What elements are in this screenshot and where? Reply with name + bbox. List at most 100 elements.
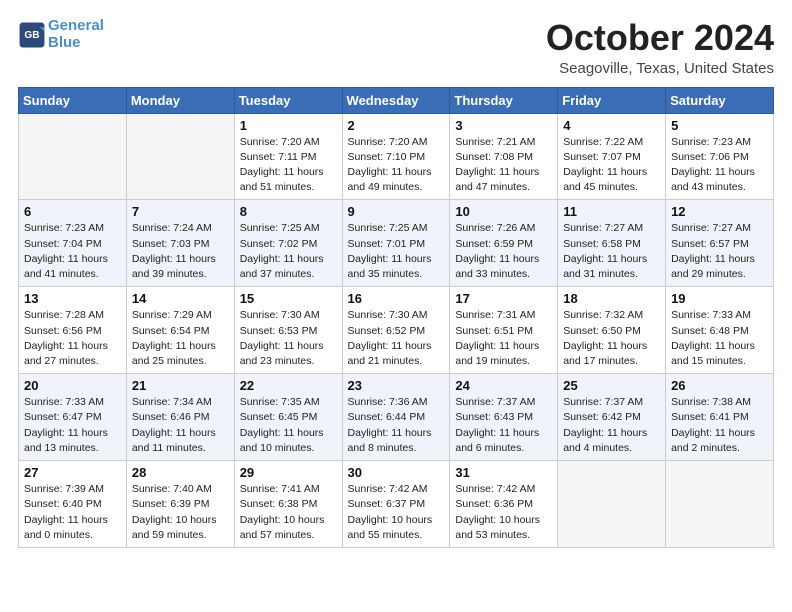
- day-number: 9: [348, 204, 445, 219]
- day-info: Sunrise: 7:20 AM Sunset: 7:10 PM Dayligh…: [348, 135, 445, 196]
- calendar-cell: 5 Sunrise: 7:23 AM Sunset: 7:06 PM Daylig…: [666, 113, 774, 200]
- calendar-cell: 30 Sunrise: 7:42 AM Sunset: 6:37 PM Dayli…: [342, 461, 450, 548]
- calendar-cell: 28 Sunrise: 7:40 AM Sunset: 6:39 PM Dayli…: [126, 461, 234, 548]
- day-info: Sunrise: 7:26 AM Sunset: 6:59 PM Dayligh…: [455, 221, 552, 282]
- title-block: October 2024 Seagoville, Texas, United S…: [546, 18, 774, 77]
- day-number: 28: [132, 465, 229, 480]
- day-info: Sunrise: 7:30 AM Sunset: 6:53 PM Dayligh…: [240, 308, 337, 369]
- day-info: Sunrise: 7:41 AM Sunset: 6:38 PM Dayligh…: [240, 482, 337, 543]
- day-number: 16: [348, 291, 445, 306]
- day-info: Sunrise: 7:25 AM Sunset: 7:02 PM Dayligh…: [240, 221, 337, 282]
- day-info: Sunrise: 7:40 AM Sunset: 6:39 PM Dayligh…: [132, 482, 229, 543]
- day-number: 30: [348, 465, 445, 480]
- day-info: Sunrise: 7:27 AM Sunset: 6:58 PM Dayligh…: [563, 221, 660, 282]
- calendar-cell: 22 Sunrise: 7:35 AM Sunset: 6:45 PM Dayli…: [234, 374, 342, 461]
- calendar-cell: [666, 461, 774, 548]
- weekday-header-row: SundayMondayTuesdayWednesdayThursdayFrid…: [19, 87, 774, 113]
- day-info: Sunrise: 7:34 AM Sunset: 6:46 PM Dayligh…: [132, 395, 229, 456]
- weekday-wednesday: Wednesday: [342, 87, 450, 113]
- calendar-cell: 25Sunrise: 7:37 AM Sunset: 6:42 PM Dayli…: [558, 374, 666, 461]
- week-row-4: 20Sunrise: 7:33 AM Sunset: 6:47 PM Dayli…: [19, 374, 774, 461]
- day-number: 2: [348, 118, 445, 133]
- day-number: 15: [240, 291, 337, 306]
- day-number: 12: [671, 204, 768, 219]
- calendar-cell: 24 Sunrise: 7:37 AM Sunset: 6:43 PM Dayli…: [450, 374, 558, 461]
- day-info: Sunrise: 7:22 AM Sunset: 7:07 PM Dayligh…: [563, 135, 660, 196]
- svg-text:GB: GB: [24, 30, 39, 41]
- day-info: Sunrise: 7:30 AM Sunset: 6:52 PM Dayligh…: [348, 308, 445, 369]
- day-number: 10: [455, 204, 552, 219]
- calendar-cell: 4 Sunrise: 7:22 AM Sunset: 7:07 PM Daylig…: [558, 113, 666, 200]
- weekday-thursday: Thursday: [450, 87, 558, 113]
- day-number: 18: [563, 291, 660, 306]
- calendar-cell: 11 Sunrise: 7:27 AM Sunset: 6:58 PM Dayli…: [558, 200, 666, 287]
- day-info: Sunrise: 7:23 AM Sunset: 7:06 PM Dayligh…: [671, 135, 768, 196]
- day-number: 5: [671, 118, 768, 133]
- day-info: Sunrise: 7:23 AM Sunset: 7:04 PM Dayligh…: [24, 221, 121, 282]
- header: GB General Blue October 2024 Seagoville,…: [18, 18, 774, 77]
- day-info: Sunrise: 7:38 AM Sunset: 6:41 PM Dayligh…: [671, 395, 768, 456]
- week-row-2: 6 Sunrise: 7:23 AM Sunset: 7:04 PM Daylig…: [19, 200, 774, 287]
- day-number: 3: [455, 118, 552, 133]
- logo: GB General Blue: [18, 18, 104, 51]
- calendar-cell: 14Sunrise: 7:29 AM Sunset: 6:54 PM Dayli…: [126, 287, 234, 374]
- calendar-cell: 26 Sunrise: 7:38 AM Sunset: 6:41 PM Dayli…: [666, 374, 774, 461]
- day-number: 31: [455, 465, 552, 480]
- weekday-saturday: Saturday: [666, 87, 774, 113]
- calendar-cell: 19Sunrise: 7:33 AM Sunset: 6:48 PM Dayli…: [666, 287, 774, 374]
- calendar: SundayMondayTuesdayWednesdayThursdayFrid…: [18, 87, 774, 548]
- day-info: Sunrise: 7:21 AM Sunset: 7:08 PM Dayligh…: [455, 135, 552, 196]
- calendar-cell: 16 Sunrise: 7:30 AM Sunset: 6:52 PM Dayli…: [342, 287, 450, 374]
- day-number: 19: [671, 291, 768, 306]
- day-number: 23: [348, 378, 445, 393]
- day-info: Sunrise: 7:39 AM Sunset: 6:40 PM Dayligh…: [24, 482, 121, 543]
- calendar-cell: 29Sunrise: 7:41 AM Sunset: 6:38 PM Dayli…: [234, 461, 342, 548]
- day-info: Sunrise: 7:24 AM Sunset: 7:03 PM Dayligh…: [132, 221, 229, 282]
- day-number: 17: [455, 291, 552, 306]
- day-info: Sunrise: 7:42 AM Sunset: 6:37 PM Dayligh…: [348, 482, 445, 543]
- week-row-3: 13Sunrise: 7:28 AM Sunset: 6:56 PM Dayli…: [19, 287, 774, 374]
- day-info: Sunrise: 7:29 AM Sunset: 6:54 PM Dayligh…: [132, 308, 229, 369]
- calendar-cell: 6 Sunrise: 7:23 AM Sunset: 7:04 PM Daylig…: [19, 200, 127, 287]
- day-info: Sunrise: 7:37 AM Sunset: 6:43 PM Dayligh…: [455, 395, 552, 456]
- calendar-cell: [558, 461, 666, 548]
- weekday-friday: Friday: [558, 87, 666, 113]
- calendar-cell: 3 Sunrise: 7:21 AM Sunset: 7:08 PM Daylig…: [450, 113, 558, 200]
- day-info: Sunrise: 7:31 AM Sunset: 6:51 PM Dayligh…: [455, 308, 552, 369]
- day-info: Sunrise: 7:42 AM Sunset: 6:36 PM Dayligh…: [455, 482, 552, 543]
- calendar-cell: [19, 113, 127, 200]
- calendar-cell: 31 Sunrise: 7:42 AM Sunset: 6:36 PM Dayli…: [450, 461, 558, 548]
- logo-blue: Blue: [48, 34, 81, 51]
- calendar-cell: 21 Sunrise: 7:34 AM Sunset: 6:46 PM Dayli…: [126, 374, 234, 461]
- day-info: Sunrise: 7:35 AM Sunset: 6:45 PM Dayligh…: [240, 395, 337, 456]
- day-number: 4: [563, 118, 660, 133]
- day-number: 22: [240, 378, 337, 393]
- logo-general: General: [48, 17, 104, 34]
- month-title: October 2024: [546, 18, 774, 58]
- day-number: 26: [671, 378, 768, 393]
- day-number: 21: [132, 378, 229, 393]
- calendar-cell: 8Sunrise: 7:25 AM Sunset: 7:02 PM Daylig…: [234, 200, 342, 287]
- location: Seagoville, Texas, United States: [546, 60, 774, 77]
- weekday-tuesday: Tuesday: [234, 87, 342, 113]
- calendar-cell: [126, 113, 234, 200]
- week-row-1: 1Sunrise: 7:20 AM Sunset: 7:11 PM Daylig…: [19, 113, 774, 200]
- day-number: 24: [455, 378, 552, 393]
- day-number: 7: [132, 204, 229, 219]
- day-info: Sunrise: 7:36 AM Sunset: 6:44 PM Dayligh…: [348, 395, 445, 456]
- day-info: Sunrise: 7:37 AM Sunset: 6:42 PM Dayligh…: [563, 395, 660, 456]
- day-number: 6: [24, 204, 121, 219]
- calendar-cell: 23 Sunrise: 7:36 AM Sunset: 6:44 PM Dayli…: [342, 374, 450, 461]
- week-row-5: 27Sunrise: 7:39 AM Sunset: 6:40 PM Dayli…: [19, 461, 774, 548]
- day-info: Sunrise: 7:27 AM Sunset: 6:57 PM Dayligh…: [671, 221, 768, 282]
- day-info: Sunrise: 7:25 AM Sunset: 7:01 PM Dayligh…: [348, 221, 445, 282]
- logo-icon: GB: [18, 21, 46, 49]
- calendar-cell: 10 Sunrise: 7:26 AM Sunset: 6:59 PM Dayli…: [450, 200, 558, 287]
- weekday-monday: Monday: [126, 87, 234, 113]
- day-info: Sunrise: 7:20 AM Sunset: 7:11 PM Dayligh…: [240, 135, 337, 196]
- day-number: 13: [24, 291, 121, 306]
- calendar-cell: 12 Sunrise: 7:27 AM Sunset: 6:57 PM Dayli…: [666, 200, 774, 287]
- day-number: 11: [563, 204, 660, 219]
- calendar-cell: 7 Sunrise: 7:24 AM Sunset: 7:03 PM Daylig…: [126, 200, 234, 287]
- page: GB General Blue October 2024 Seagoville,…: [0, 0, 792, 566]
